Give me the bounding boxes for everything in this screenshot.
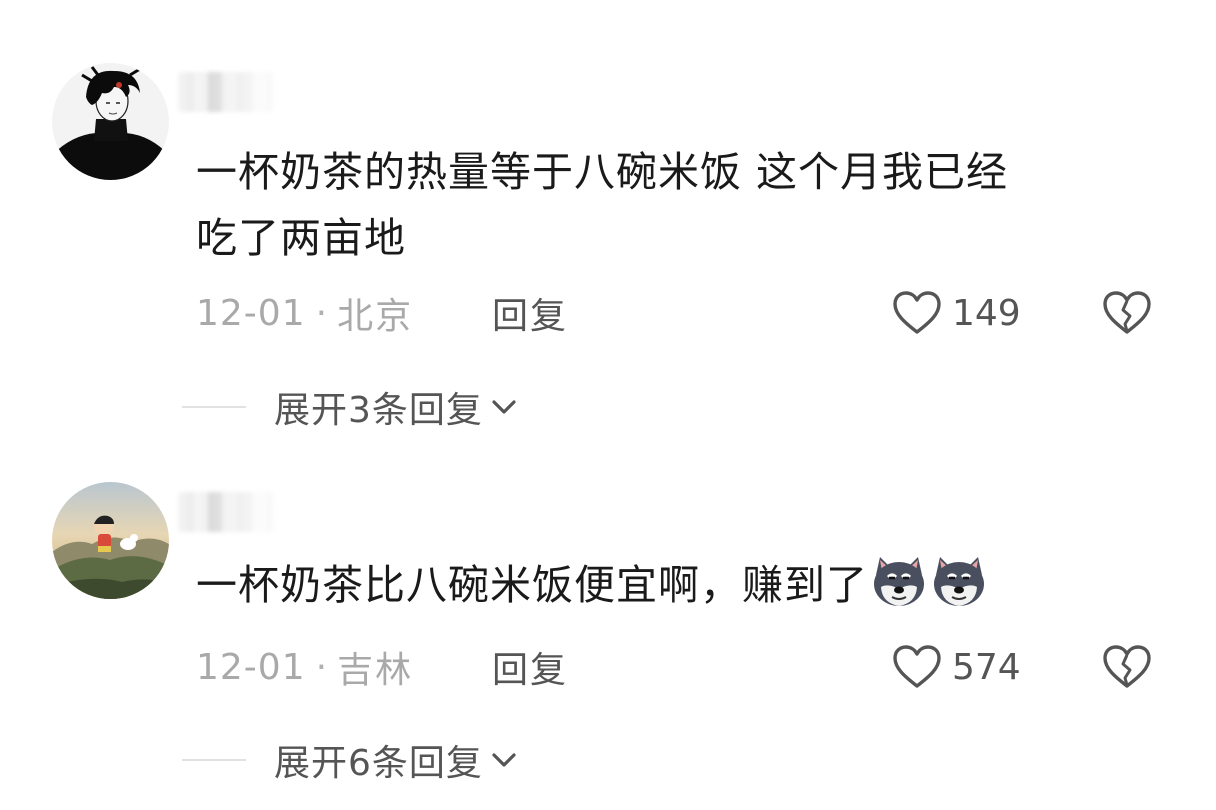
like-count: 149 [952, 292, 1021, 334]
reply-button[interactable]: 回复 [492, 641, 568, 693]
reply-button[interactable]: 回复 [492, 287, 568, 339]
username-blurred[interactable] [178, 492, 274, 532]
comment-date: 12-01 [196, 646, 306, 688]
expand-replies-label: 展开6条回复 [274, 743, 483, 784]
dislike-button[interactable] [1102, 644, 1152, 690]
expand-replies-button[interactable]: 展开3条回复 [182, 382, 519, 432]
doge-husky-icon [870, 553, 928, 611]
username-blurred[interactable] [178, 72, 274, 112]
avatar[interactable] [52, 63, 169, 180]
like-button[interactable]: 574 [892, 644, 1021, 690]
comment-list: 一杯奶茶的热量等于八碗米饭 这个月我已经 吃了两亩地 12-01 · 北京 回复… [0, 0, 1216, 810]
chevron-down-icon [489, 750, 519, 770]
meta-separator: · [315, 646, 328, 688]
comment-meta: 12-01 · 吉林 回复 574 [196, 642, 1176, 692]
divider-line [182, 759, 246, 761]
broken-heart-icon [1103, 291, 1151, 334]
expand-replies-button[interactable]: 展开6条回复 [182, 735, 519, 785]
comment-text-line: 一杯奶茶比八碗米饭便宜啊，赚到了 [196, 561, 868, 609]
heart-outline-icon [893, 645, 941, 688]
avatar-boy-black-turtleneck-icon [52, 63, 169, 180]
comment-text-line: 吃了两亩地 [196, 214, 406, 262]
comment-text: 一杯奶茶的热量等于八碗米饭 这个月我已经 吃了两亩地 [196, 139, 1156, 271]
comment-item: 一杯奶茶比八碗米饭便宜啊，赚到了 12-01 · 吉林 回复 574 展开6条回… [0, 440, 1216, 810]
comment-location: 北京 [337, 296, 414, 337]
chevron-down-icon [489, 397, 519, 417]
divider-line [182, 406, 246, 408]
dislike-button[interactable] [1102, 290, 1152, 336]
meta-separator: · [315, 292, 328, 334]
comment-text-line: 一杯奶茶的热量等于八碗米饭 这个月我已经 [196, 148, 1009, 196]
expand-replies-label: 展开3条回复 [274, 390, 483, 431]
comment-date: 12-01 [196, 292, 306, 334]
comment-location: 吉林 [337, 650, 414, 691]
comment-text: 一杯奶茶比八碗米饭便宜啊，赚到了 [196, 552, 1156, 618]
broken-heart-icon [1103, 645, 1151, 688]
like-button[interactable]: 149 [892, 290, 1021, 336]
avatar[interactable] [52, 482, 169, 599]
doge-husky-icon [930, 553, 988, 611]
like-count: 574 [952, 646, 1021, 688]
avatar-cartoon-hilltop-icon [52, 482, 169, 599]
comment-meta: 12-01 · 北京 回复 149 [196, 288, 1176, 338]
heart-outline-icon [893, 291, 941, 334]
comment-item: 一杯奶茶的热量等于八碗米饭 这个月我已经 吃了两亩地 12-01 · 北京 回复… [0, 0, 1216, 440]
